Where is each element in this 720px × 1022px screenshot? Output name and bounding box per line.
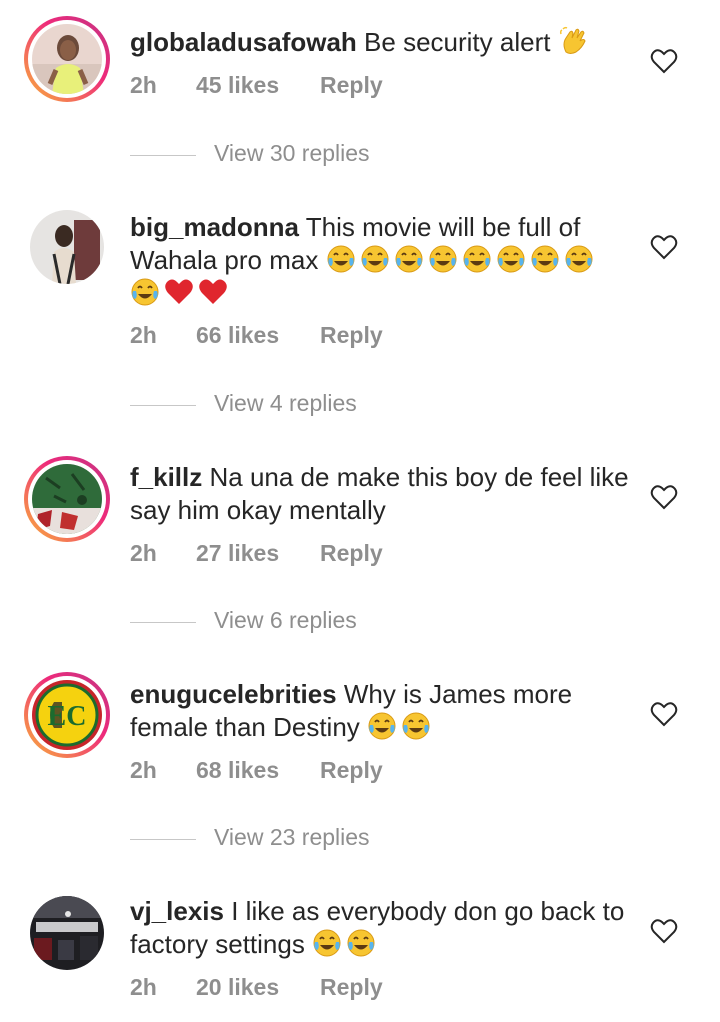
comment-body: Na una de make this boy de feel like say… bbox=[130, 462, 629, 525]
tears-of-joy-icon bbox=[347, 929, 375, 957]
view-replies-line bbox=[130, 405, 196, 406]
avatar[interactable]: EC bbox=[24, 672, 110, 758]
tears-of-joy-icon bbox=[531, 245, 559, 273]
username[interactable]: globaladusafowah bbox=[130, 27, 357, 57]
comment-meta: 2h 27 likes Reply bbox=[130, 540, 383, 567]
timestamp: 2h bbox=[130, 322, 157, 348]
emoji-trail bbox=[312, 929, 380, 959]
comment-meta: 2h 68 likes Reply bbox=[130, 757, 383, 784]
comment-meta: 2h 20 likes Reply bbox=[130, 974, 383, 1001]
view-replies-line bbox=[130, 155, 196, 156]
view-replies-text[interactable]: View 4 replies bbox=[214, 390, 357, 417]
comment-text: big_madonna This movie will be full of W… bbox=[130, 211, 630, 310]
tears-of-joy-icon bbox=[429, 245, 457, 273]
avatar-image bbox=[30, 210, 104, 284]
view-replies-text[interactable]: View 6 replies bbox=[214, 607, 357, 634]
tears-of-joy-icon bbox=[361, 245, 389, 273]
emoji-trail bbox=[558, 26, 592, 57]
heart-icon[interactable] bbox=[650, 484, 678, 510]
comment-meta: 2h 66 likes Reply bbox=[130, 322, 383, 349]
tears-of-joy-icon bbox=[463, 245, 491, 273]
tears-of-joy-icon bbox=[402, 712, 430, 740]
waving-hand-icon bbox=[559, 26, 586, 54]
comment-meta: 2h 45 likes Reply bbox=[130, 72, 383, 99]
comment-text: enugucelebrities Why is James more femal… bbox=[130, 678, 630, 744]
timestamp: 2h bbox=[130, 757, 157, 783]
comment-text: f_killz Na una de make this boy de feel … bbox=[130, 461, 630, 527]
avatar-image bbox=[32, 464, 102, 534]
reply-button[interactable]: Reply bbox=[320, 974, 383, 1001]
view-replies-line bbox=[130, 839, 196, 840]
likes-count[interactable]: 45 likes bbox=[196, 72, 320, 99]
likes-count[interactable]: 27 likes bbox=[196, 540, 320, 567]
avatar[interactable] bbox=[24, 204, 110, 290]
red-heart-icon bbox=[165, 279, 193, 304]
avatar-image bbox=[30, 896, 104, 970]
reply-button[interactable]: Reply bbox=[320, 757, 383, 784]
username[interactable]: vj_lexis bbox=[130, 896, 224, 926]
emoji-trail bbox=[367, 712, 435, 742]
tears-of-joy-icon bbox=[497, 245, 525, 273]
tears-of-joy-icon bbox=[327, 245, 355, 273]
comment-text: vj_lexis I like as everybody don go back… bbox=[130, 895, 630, 961]
view-replies-text[interactable]: View 30 replies bbox=[214, 140, 370, 167]
username[interactable]: enugucelebrities bbox=[130, 679, 337, 709]
reply-button[interactable]: Reply bbox=[320, 540, 383, 567]
likes-count[interactable]: 66 likes bbox=[196, 322, 320, 349]
tears-of-joy-icon bbox=[395, 245, 423, 273]
tears-of-joy-icon bbox=[313, 929, 341, 957]
tears-of-joy-icon bbox=[565, 245, 593, 273]
reply-button[interactable]: Reply bbox=[320, 72, 383, 99]
avatar[interactable] bbox=[24, 456, 110, 542]
likes-count[interactable]: 20 likes bbox=[196, 974, 320, 1001]
comment-text: globaladusafowah Be security alert bbox=[130, 26, 630, 59]
timestamp: 2h bbox=[130, 72, 157, 98]
avatar[interactable] bbox=[24, 890, 110, 976]
tears-of-joy-icon bbox=[368, 712, 396, 740]
timestamp: 2h bbox=[130, 974, 157, 1000]
heart-icon[interactable] bbox=[650, 234, 678, 260]
avatar-image: EC bbox=[32, 680, 102, 750]
heart-icon[interactable] bbox=[650, 48, 678, 74]
reply-button[interactable]: Reply bbox=[320, 322, 383, 349]
svg-text:EC: EC bbox=[48, 701, 87, 732]
avatar[interactable] bbox=[24, 16, 110, 102]
red-heart-icon bbox=[199, 279, 227, 304]
heart-icon[interactable] bbox=[650, 918, 678, 944]
timestamp: 2h bbox=[130, 540, 157, 566]
avatar-image bbox=[32, 24, 102, 94]
view-replies-text[interactable]: View 23 replies bbox=[214, 824, 370, 851]
username[interactable]: f_killz bbox=[130, 462, 202, 492]
tears-of-joy-icon bbox=[131, 278, 159, 306]
heart-icon[interactable] bbox=[650, 701, 678, 727]
view-replies-line bbox=[130, 622, 196, 623]
username[interactable]: big_madonna bbox=[130, 212, 299, 242]
likes-count[interactable]: 68 likes bbox=[196, 757, 320, 784]
comment-body: Be security alert bbox=[364, 27, 558, 57]
